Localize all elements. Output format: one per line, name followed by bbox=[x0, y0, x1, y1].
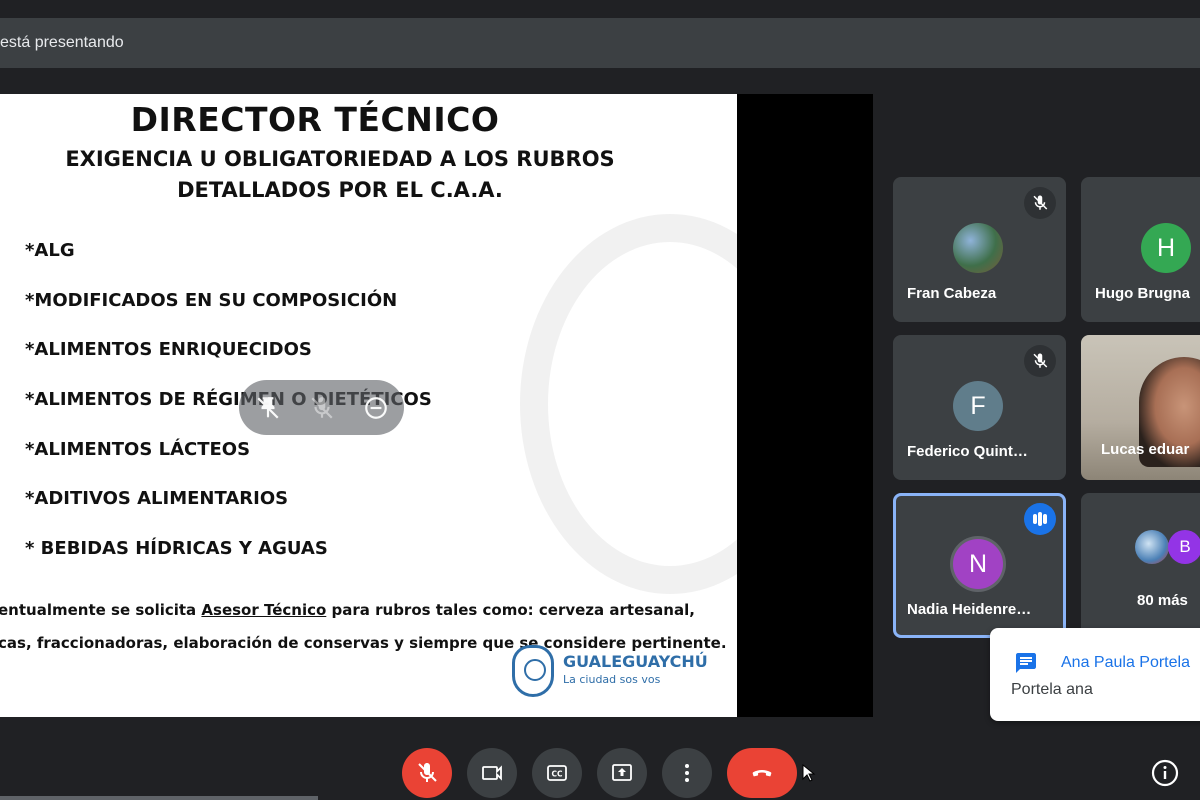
mic-off-icon bbox=[1033, 353, 1048, 368]
logo-name: GUALEGUAYCHÚ bbox=[563, 652, 708, 671]
participant-initial-avatar: H bbox=[1141, 223, 1191, 273]
speaking-indicator-icon bbox=[1024, 503, 1056, 535]
mouse-cursor-icon bbox=[802, 764, 816, 782]
more-vert-icon bbox=[685, 764, 689, 782]
participant-initial-avatar: B bbox=[1168, 530, 1200, 564]
slide-bullet: *MODIFICADOS EN SU COMPOSICIÓN bbox=[25, 289, 398, 311]
remove-icon[interactable] bbox=[363, 395, 389, 421]
captions-button[interactable]: CC bbox=[532, 748, 582, 798]
muted-badge bbox=[1024, 345, 1056, 377]
notification-sender: Ana Paula Portela bbox=[1061, 654, 1190, 671]
mic-off-icon bbox=[418, 763, 437, 782]
participant-tile[interactable]: F Federico Quint… bbox=[893, 335, 1066, 480]
logo-tagline: La ciudad sos vos bbox=[563, 673, 661, 686]
participant-video-tile[interactable]: Lucas eduar bbox=[1081, 335, 1200, 480]
presentation-stage: DIRECTOR TÉCNICO EXIGENCIA U OBLIGATORIE… bbox=[0, 94, 873, 782]
hangup-icon bbox=[752, 770, 772, 777]
presented-slide: DIRECTOR TÉCNICO EXIGENCIA U OBLIGATORIE… bbox=[0, 94, 737, 717]
more-participants-count: 80 más bbox=[1137, 592, 1188, 609]
slide-title: DIRECTOR TÉCNICO bbox=[130, 100, 500, 139]
participant-name: Nadia Heidenre… bbox=[907, 601, 1032, 618]
mic-off-icon bbox=[1033, 195, 1048, 210]
slide-subtitle: EXIGENCIA U OBLIGATORIEDAD A LOS RUBROS … bbox=[20, 144, 660, 206]
captions-icon: CC bbox=[547, 765, 567, 781]
present-now-button[interactable] bbox=[597, 748, 647, 798]
participant-name: Fran Cabeza bbox=[907, 285, 997, 302]
meeting-details-button[interactable] bbox=[1150, 758, 1180, 788]
chat-notification[interactable]: Ana Paula Portela Portela ana bbox=[990, 628, 1200, 721]
camera-icon bbox=[482, 765, 502, 781]
presenting-banner: está presentando bbox=[0, 18, 1200, 68]
more-options-button[interactable] bbox=[662, 748, 712, 798]
slide-bullet: * BEBIDAS HÍDRICAS Y AGUAS bbox=[25, 538, 328, 560]
slide-bullet: *ALIMENTOS LÁCTEOS bbox=[25, 438, 251, 460]
gualeguaychu-logo: GUALEGUAYCHÚ La ciudad sos vos bbox=[512, 645, 708, 697]
city-seal-icon bbox=[512, 645, 554, 697]
leave-call-button[interactable] bbox=[727, 748, 797, 798]
bottom-edge-strip bbox=[0, 796, 318, 800]
participant-photo-avatar bbox=[953, 223, 1003, 273]
pin-off-icon[interactable] bbox=[255, 395, 281, 421]
present-icon bbox=[612, 764, 632, 781]
microphone-toggle-button[interactable] bbox=[402, 748, 452, 798]
participant-initial-avatar: N bbox=[953, 539, 1003, 589]
participant-name: Lucas eduar bbox=[1101, 441, 1190, 458]
slide-bullet: *ADITIVOS ALIMENTARIOS bbox=[25, 488, 289, 510]
muted-badge bbox=[1024, 187, 1056, 219]
participant-photo-avatar bbox=[1135, 530, 1169, 564]
participant-tile-speaking[interactable]: N Nadia Heidenre… bbox=[893, 493, 1066, 638]
slide-subtitle-line2: DETALLADOS POR EL C.A.A. bbox=[177, 178, 503, 202]
note-highlight: Asesor Técnico bbox=[201, 601, 327, 619]
camera-toggle-button[interactable] bbox=[467, 748, 517, 798]
slide-subtitle-line1: EXIGENCIA U OBLIGATORIEDAD A LOS RUBROS bbox=[65, 147, 615, 171]
participant-name: Federico Quint… bbox=[907, 443, 1028, 460]
tile-hover-controls bbox=[239, 380, 404, 435]
participant-initial-avatar: F bbox=[953, 381, 1003, 431]
notification-message: Portela ana bbox=[1011, 681, 1093, 698]
presenting-text: está presentando bbox=[0, 34, 124, 51]
more-participants-tile[interactable]: B 80 más bbox=[1081, 493, 1200, 638]
note-prefix: entualmente se solicita bbox=[0, 601, 202, 619]
chat-icon bbox=[1016, 653, 1036, 673]
participant-tile[interactable]: Fran Cabeza bbox=[893, 177, 1066, 322]
participant-name: Hugo Brugna bbox=[1095, 285, 1190, 302]
note-suffix: para rubros tales como: cerveza artesana… bbox=[326, 601, 695, 619]
info-icon bbox=[1151, 759, 1179, 787]
slide-watermark bbox=[520, 214, 737, 594]
mute-off-icon[interactable] bbox=[309, 395, 335, 421]
svg-text:CC: CC bbox=[551, 770, 563, 779]
slide-bullet: *ALG bbox=[25, 240, 75, 261]
participant-tile[interactable]: H Hugo Brugna bbox=[1081, 177, 1200, 322]
